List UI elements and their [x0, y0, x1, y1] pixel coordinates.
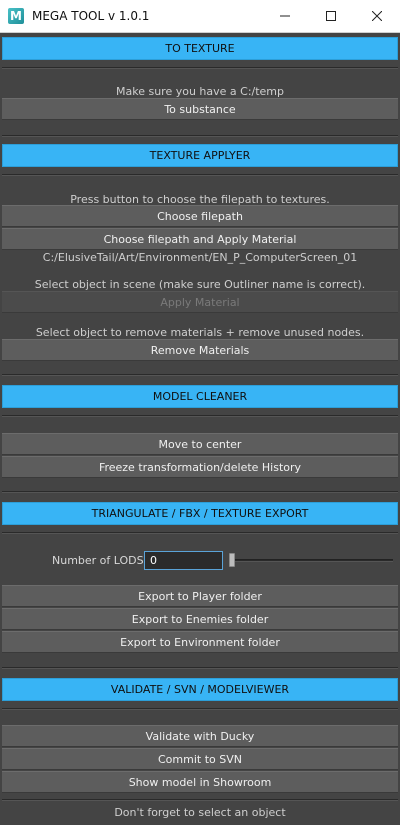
separator	[2, 667, 398, 669]
validate-ducky-button[interactable]: Validate with Ducky	[2, 725, 398, 747]
close-icon	[372, 11, 382, 21]
export-enemies-button[interactable]: Export to Enemies folder	[2, 608, 398, 630]
remove-materials-note: Select object to remove materials + remo…	[35, 325, 365, 339]
to-texture-header[interactable]: TO TEXTURE	[2, 37, 398, 60]
separator	[2, 491, 398, 493]
apply-material-button[interactable]: Apply Material	[2, 291, 398, 313]
select-object-note: Select object in scene (make sure Outlin…	[34, 277, 366, 291]
separator	[2, 532, 398, 534]
title-bar: M MEGA TOOL v 1.0.1	[0, 0, 400, 33]
lods-slider-handle[interactable]	[229, 553, 235, 567]
separator	[2, 708, 398, 710]
choose-filepath-button[interactable]: Choose filepath	[2, 205, 398, 227]
separator	[2, 135, 398, 137]
separator	[2, 174, 398, 176]
close-button[interactable]	[354, 0, 400, 33]
export-environment-button[interactable]: Export to Environment folder	[2, 631, 398, 653]
minimize-button[interactable]	[262, 0, 308, 33]
show-showroom-button[interactable]: Show model in Showroom	[2, 771, 398, 793]
tool-panel: TO TEXTURE Make sure you have a C:/temp …	[0, 33, 400, 825]
to-substance-button[interactable]: To substance	[2, 98, 398, 120]
export-player-button[interactable]: Export to Player folder	[2, 585, 398, 607]
commit-svn-button[interactable]: Commit to SVN	[2, 748, 398, 770]
model-cleaner-header[interactable]: MODEL CLEANER	[2, 385, 398, 408]
freeze-transformation-button[interactable]: Freeze transformation/delete History	[2, 456, 398, 478]
lods-label: Number of LODS	[52, 554, 144, 567]
separator	[2, 374, 398, 376]
move-to-center-button[interactable]: Move to center	[2, 433, 398, 455]
maya-app-icon: M	[8, 8, 24, 24]
choose-filepath-apply-button[interactable]: Choose filepath and Apply Material	[2, 228, 398, 250]
separator	[2, 415, 398, 417]
footer-note: Don't forget to select an object	[114, 805, 286, 819]
separator	[2, 67, 398, 69]
minimize-icon	[280, 15, 290, 17]
separator	[2, 799, 398, 801]
window-title: MEGA TOOL v 1.0.1	[32, 9, 150, 23]
lods-input[interactable]	[144, 551, 223, 570]
remove-materials-button[interactable]: Remove Materials	[2, 339, 398, 361]
lods-slider-track[interactable]	[229, 559, 393, 562]
export-header[interactable]: TRIANGULATE / FBX / TEXTURE EXPORT	[2, 502, 398, 525]
maximize-button[interactable]	[308, 0, 354, 33]
texture-applyer-header[interactable]: TEXTURE APPLYER	[2, 144, 398, 167]
maximize-icon	[326, 11, 336, 21]
filepath-display: C:/ElusiveTail/Art/Environment/EN_P_Comp…	[42, 250, 358, 264]
validate-header[interactable]: VALIDATE / SVN / MODELVIEWER	[2, 678, 398, 701]
temp-folder-note: Make sure you have a C:/temp	[115, 84, 285, 98]
